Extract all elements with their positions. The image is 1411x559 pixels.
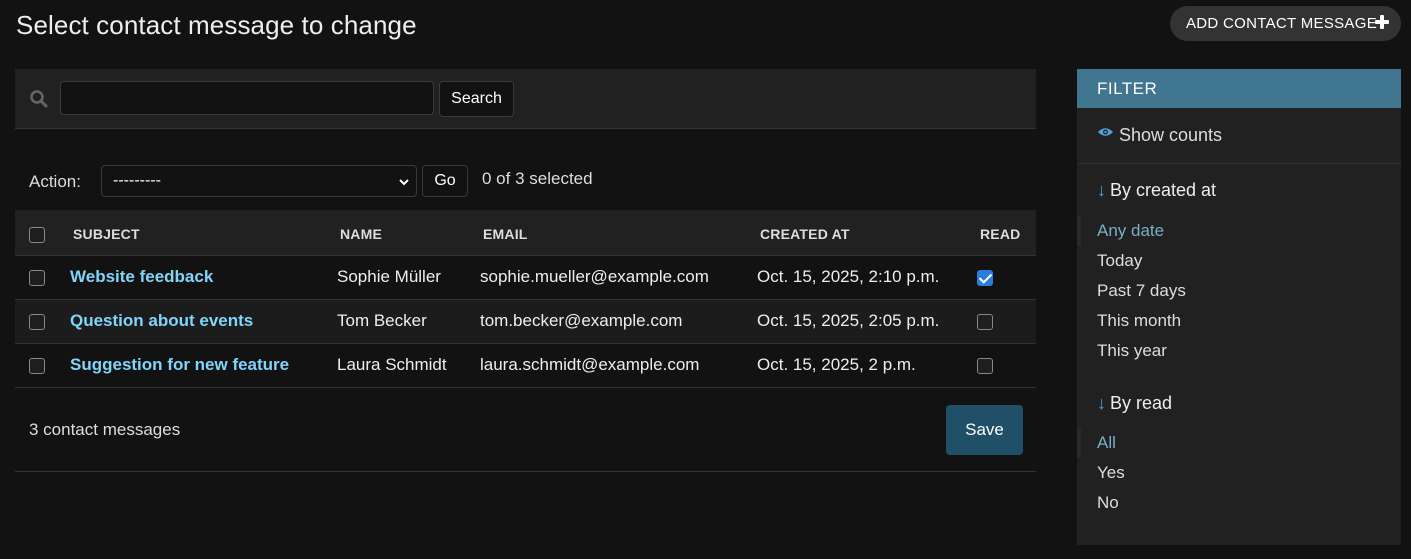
filter-section-read: ↓ By read All Yes No (1077, 393, 1401, 518)
column-header-email[interactable]: EMAIL (479, 210, 756, 256)
show-counts-label: Show counts (1119, 125, 1223, 145)
row-select-checkbox[interactable] (29, 357, 45, 374)
email-cell: sophie.mueller@example.com (479, 255, 756, 300)
filter-options: All Yes No (1077, 428, 1401, 518)
select-all-checkbox[interactable] (29, 226, 45, 243)
read-checkbox[interactable] (977, 313, 993, 330)
plus-icon (1375, 15, 1389, 29)
selected-count: 0 of 3 selected (482, 169, 593, 188)
show-counts-link[interactable]: Show counts (1077, 108, 1401, 164)
filter-option-this-year[interactable]: This year (1077, 336, 1401, 366)
search-button[interactable]: Search (439, 81, 514, 117)
filter-header: FILTER (1077, 69, 1401, 108)
subject-link[interactable]: Website feedback (70, 267, 213, 286)
read-checkbox[interactable] (977, 357, 993, 374)
filter-option-this-month[interactable]: This month (1077, 306, 1401, 336)
created-at-cell: Oct. 15, 2025, 2:05 p.m. (756, 299, 976, 344)
save-button[interactable]: Save (946, 405, 1023, 455)
actions-bar: Action: --------- Go 0 of 3 selected (15, 160, 1036, 205)
column-header-read[interactable]: READ (976, 210, 1036, 256)
filter-option-past-7-days[interactable]: Past 7 days (1077, 276, 1401, 306)
name-cell: Laura Schmidt (336, 343, 479, 388)
search-icon (30, 90, 48, 108)
row-select-checkbox[interactable] (29, 269, 45, 286)
search-input[interactable] (60, 81, 434, 115)
add-button-label: ADD CONTACT MESSAGE (1186, 15, 1378, 32)
filter-section-title-text: By read (1110, 393, 1173, 413)
subject-link[interactable]: Suggestion for new feature (70, 355, 289, 374)
column-header-subject[interactable]: SUBJECT (56, 210, 336, 256)
subject-link[interactable]: Question about events (70, 311, 253, 330)
arrow-down-icon: ↓ (1097, 180, 1106, 200)
go-button[interactable]: Go (422, 165, 468, 197)
action-select[interactable]: --------- (101, 165, 417, 197)
search-toolbar: Search (15, 69, 1036, 129)
email-cell: laura.schmidt@example.com (479, 343, 756, 388)
filter-section-title: ↓ By created at (1077, 180, 1401, 201)
email-cell: tom.becker@example.com (479, 299, 756, 344)
name-cell: Sophie Müller (336, 255, 479, 300)
eye-icon (1097, 127, 1114, 136)
page-title: Select contact message to change (16, 10, 417, 40)
created-at-cell: Oct. 15, 2025, 2 p.m. (756, 343, 976, 388)
name-cell: Tom Becker (336, 299, 479, 344)
filter-option-all[interactable]: All (1077, 428, 1401, 458)
result-count: 3 contact messages (29, 420, 181, 439)
table-row: Website feedback Sophie Müller sophie.mu… (15, 255, 1036, 300)
arrow-down-icon: ↓ (1097, 393, 1106, 413)
created-at-cell: Oct. 15, 2025, 2:10 p.m. (756, 255, 976, 300)
filter-sidebar: FILTER Show counts ↓ By created at Any da… (1077, 69, 1401, 545)
filter-option-today[interactable]: Today (1077, 246, 1401, 276)
column-header-created-at[interactable]: CREATED AT (756, 210, 976, 256)
column-header-name[interactable]: NAME (336, 210, 479, 256)
row-select-checkbox[interactable] (29, 313, 45, 330)
filter-section-title: ↓ By read (1077, 393, 1401, 414)
action-label: Action: (29, 172, 81, 191)
filter-option-no[interactable]: No (1077, 488, 1401, 518)
add-contact-message-button[interactable]: ADD CONTACT MESSAGE (1170, 6, 1401, 41)
table-header-row: SUBJECT NAME EMAIL CREATED AT READ (15, 210, 1036, 256)
filter-option-any-date[interactable]: Any date (1077, 216, 1401, 246)
results-table: SUBJECT NAME EMAIL CREATED AT READ Websi… (15, 210, 1036, 388)
filter-options: Any date Today Past 7 days This month Th… (1077, 216, 1401, 366)
table-row: Suggestion for new feature Laura Schmidt… (15, 343, 1036, 388)
filter-section-created-at: ↓ By created at Any date Today Past 7 day… (1077, 180, 1401, 366)
read-checkbox[interactable] (977, 269, 993, 286)
table-row: Question about events Tom Becker tom.bec… (15, 299, 1036, 344)
action-select-value: --------- (113, 172, 161, 189)
results-footer: 3 contact messages Save (15, 389, 1036, 472)
chevron-down-icon (399, 179, 409, 186)
filter-option-yes[interactable]: Yes (1077, 458, 1401, 488)
filter-section-title-text: By created at (1110, 180, 1217, 200)
